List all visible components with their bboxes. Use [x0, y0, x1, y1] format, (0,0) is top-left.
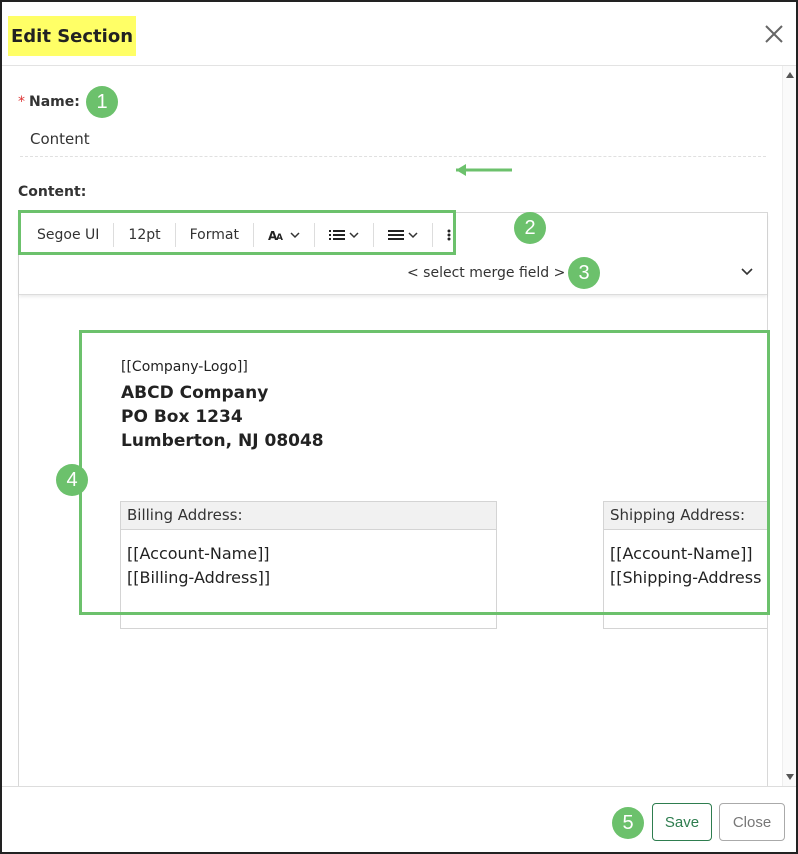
close-icon[interactable] — [762, 22, 786, 46]
scroll-up-arrow-icon[interactable] — [786, 72, 794, 78]
scroll-down-arrow-icon[interactable] — [786, 774, 794, 780]
edit-section-dialog: Edit Section * Name: 1 Content Content: S… — [0, 0, 798, 854]
annotation-arrow-icon — [456, 164, 512, 176]
annotation-badge-1: 1 — [86, 86, 118, 118]
annotation-document-highlight — [79, 330, 770, 615]
merge-field-select[interactable]: < select merge field > — [407, 265, 565, 281]
vertical-scrollbar[interactable] — [782, 66, 796, 786]
annotation-badge-4: 4 — [56, 464, 88, 496]
annotation-badge-2: 2 — [514, 212, 546, 244]
name-label: * Name: — [18, 94, 80, 110]
name-field-underline — [20, 156, 766, 157]
annotation-toolbar-highlight — [18, 210, 456, 255]
toolbar-expand-chevron-icon[interactable] — [739, 265, 755, 279]
dialog-title: Edit Section — [8, 16, 136, 56]
annotation-badge-5: 5 — [612, 807, 644, 839]
annotation-badge-3: 3 — [568, 257, 600, 289]
save-button[interactable]: Save — [652, 803, 712, 841]
name-label-text: Name: — [29, 94, 80, 110]
name-field[interactable]: Content — [30, 130, 90, 148]
required-marker: * — [18, 94, 25, 110]
dialog-header: Edit Section — [2, 2, 796, 66]
content-label: Content: — [18, 184, 87, 200]
dialog-footer: 5 Save Close — [2, 786, 796, 852]
close-button[interactable]: Close — [719, 803, 785, 841]
